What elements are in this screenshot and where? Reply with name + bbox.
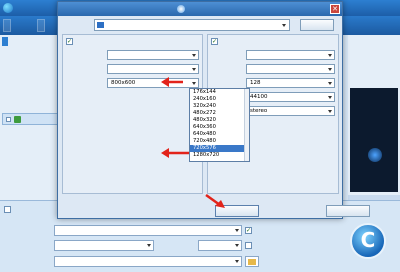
chevron-down-icon: [328, 82, 332, 85]
size-option[interactable]: 480x320: [190, 117, 249, 124]
annotation-arrow-icon: [161, 77, 183, 87]
chevron-down-icon: [192, 68, 196, 71]
audio-samplerate-value: 44100: [250, 94, 268, 100]
dialog-app-icon: [177, 5, 185, 13]
video-size-dropdown-list[interactable]: 176x144 240x160 320x240 480x272 480x320 …: [189, 88, 250, 162]
chevron-down-icon: [328, 110, 332, 113]
video-quality-select[interactable]: [54, 240, 154, 251]
audio-codec-select[interactable]: [246, 50, 335, 60]
video-enable-checkbox[interactable]: ✓: [66, 38, 73, 45]
merge-checkbox[interactable]: [245, 242, 252, 249]
audio-quality-select[interactable]: [246, 64, 335, 74]
chevron-down-icon: [328, 68, 332, 71]
size-option[interactable]: 640x480: [190, 131, 249, 138]
audio-bitrate-select[interactable]: 128: [246, 78, 335, 88]
dropdown-scrollbar[interactable]: [244, 89, 249, 161]
close-icon[interactable]: ✕: [330, 4, 340, 14]
browse-folder-button[interactable]: [245, 256, 259, 267]
menu-edit[interactable]: [37, 19, 45, 32]
subtitle-checkbox[interactable]: [4, 206, 11, 213]
chevron-down-icon: [328, 96, 332, 99]
chevron-down-icon: [235, 244, 239, 247]
close-button[interactable]: [326, 205, 370, 217]
preview-logo-icon: [368, 148, 382, 162]
video-codec-select[interactable]: [107, 50, 199, 60]
apply-all-checkbox[interactable]: ✓: [245, 227, 252, 234]
video-settings-group: ✓ 800x600: [62, 34, 203, 194]
format-icon: [97, 22, 104, 28]
chevron-down-icon: [235, 260, 239, 263]
advanced-settings-dialog: ✕ ✓ 800x600 ✓ 128 44100 stereo 176x144 2…: [57, 1, 370, 219]
file-checkbox[interactable]: [6, 117, 11, 122]
output-dir-field[interactable]: [54, 256, 242, 267]
save-as-button[interactable]: [300, 19, 334, 31]
audio-quality-select[interactable]: [198, 240, 242, 251]
audio-channel-value: stereo: [250, 108, 268, 114]
video-preview: [350, 88, 398, 192]
size-option[interactable]: 1280x720: [190, 152, 249, 159]
start-convert-button[interactable]: C: [350, 223, 386, 259]
preview-panel: [348, 35, 400, 200]
size-option[interactable]: 720x480: [190, 138, 249, 145]
folder-icon: [248, 259, 256, 265]
chevron-down-icon: [147, 244, 151, 247]
size-option[interactable]: 320x240: [190, 103, 249, 110]
dialog-preset-select[interactable]: [94, 19, 290, 31]
audio-channel-select[interactable]: stereo: [246, 106, 335, 116]
size-option-selected[interactable]: 720x576: [190, 145, 249, 152]
chevron-down-icon: [282, 24, 286, 27]
chevron-down-icon: [235, 229, 239, 232]
tab-common-issues[interactable]: [2, 37, 8, 46]
size-option[interactable]: 240x160: [190, 96, 249, 103]
audio-samplerate-select[interactable]: 44100: [246, 92, 335, 102]
audio-bitrate-value: 128: [250, 80, 261, 86]
video-quality-select[interactable]: [107, 64, 199, 74]
app-logo-icon: [3, 3, 13, 13]
video-size-select[interactable]: 800x600: [107, 78, 199, 88]
chevron-down-icon: [192, 82, 196, 85]
size-option[interactable]: 640x360: [190, 124, 249, 131]
menu-add-video[interactable]: [3, 19, 11, 32]
dialog-titlebar: ✕: [58, 2, 342, 16]
video-size-value: 800x600: [111, 80, 136, 86]
audio-enable-checkbox[interactable]: ✓: [211, 38, 218, 45]
preset-select[interactable]: [54, 225, 242, 236]
chevron-down-icon: [328, 54, 332, 57]
size-option[interactable]: 176x144: [190, 89, 249, 96]
annotation-arrow-icon: [161, 148, 189, 158]
size-option[interactable]: 480x272: [190, 110, 249, 117]
chevron-down-icon: [192, 54, 196, 57]
annotation-arrow-icon: [205, 193, 225, 208]
video-file-icon: [14, 116, 21, 123]
